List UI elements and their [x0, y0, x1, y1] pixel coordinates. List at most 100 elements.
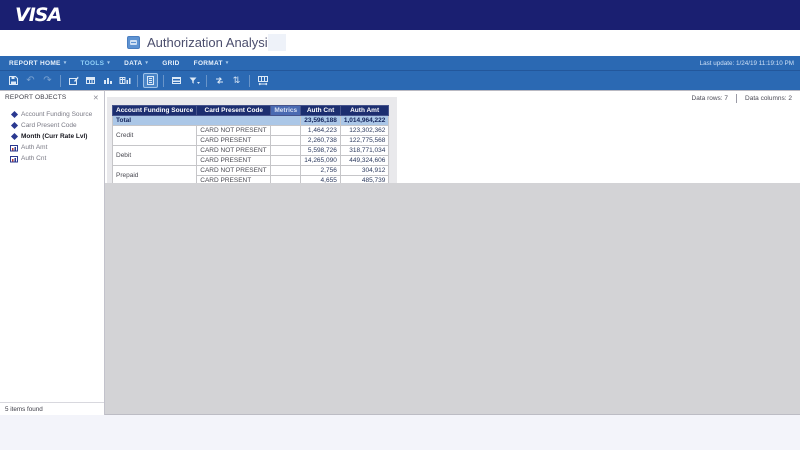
items-found-label: 5 items found: [0, 402, 104, 415]
sidebar-item-card-present-code[interactable]: Card Present Code: [0, 120, 104, 131]
sidebar-item-account-funding-source[interactable]: Account Funding Source: [0, 109, 104, 120]
grid-cell: 449,324,606: [340, 156, 389, 166]
grid-cell: CARD PRESENT: [197, 156, 271, 166]
edit-mode-icon[interactable]: [143, 73, 158, 88]
visa-logo: VISA: [15, 4, 61, 26]
report-objects-list: Account Funding Source Card Present Code M…: [0, 104, 104, 164]
grid-view-icon[interactable]: [83, 73, 98, 88]
grid-cell: CARD NOT PRESENT: [197, 166, 271, 176]
column-header-card-present-code[interactable]: Card Present Code: [197, 106, 271, 116]
grid-cell: 14,265,090: [301, 156, 341, 166]
grid-body: Total23,596,1881,014,964,222CreditCARD N…: [113, 116, 389, 186]
sidebar-item-auth-amt[interactable]: Auth Amt: [0, 142, 104, 153]
report-objects-panel: REPORT OBJECTS ✕ Account Funding Source C…: [0, 90, 105, 415]
resize-columns-icon[interactable]: [255, 73, 270, 88]
sort-icon[interactable]: ⇅: [229, 73, 244, 88]
grid-cell: Total: [113, 116, 301, 126]
sidebar-item-month-curr-rate-lvl[interactable]: Month (Curr Rate Lvl): [0, 131, 104, 142]
pivot-icon[interactable]: [212, 73, 227, 88]
chevron-down-icon: ▾: [64, 60, 67, 66]
column-header-funding-source[interactable]: Account Funding Source: [113, 106, 197, 116]
grid-header: Account Funding SourceCard Present CodeM…: [113, 106, 389, 116]
canvas-background: [105, 183, 800, 415]
grid-cell: 304,912: [340, 166, 389, 176]
table-row: CreditCARD NOT PRESENT1,464,223123,302,3…: [113, 126, 389, 136]
toolbar-separator: [60, 75, 61, 87]
sidebar-item-auth-cnt[interactable]: Auth Cnt: [0, 153, 104, 164]
report-grid-icon: [127, 36, 140, 49]
sidebar-item-label: Card Present Code: [21, 122, 77, 129]
grid-cell: 5,598,726: [301, 146, 341, 156]
column-header-auth-amt[interactable]: Auth Amt: [340, 106, 389, 116]
data-rows-label: Data rows: 7: [692, 95, 729, 102]
grid-cell: Credit: [113, 126, 197, 146]
menu-bar-items: REPORT HOME▾ TOOLS▾ DATA▾ GRID FORMAT▾: [9, 60, 243, 67]
attribute-icon: [10, 133, 18, 141]
save-icon[interactable]: [6, 73, 21, 88]
report-canvas: Data rows: 7 Data columns: 2 Account Fun…: [105, 90, 800, 183]
sidebar-item-label: Auth Cnt: [21, 155, 46, 162]
design-mode-icon[interactable]: [66, 73, 81, 88]
grid-cell: Debit: [113, 146, 197, 166]
toolbar-separator: [249, 75, 250, 87]
app-window: VISA Authorization Analysis REPORT HOME▾…: [0, 0, 800, 450]
menu-item-format[interactable]: FORMAT▾: [194, 60, 229, 67]
sidebar-item-label: Auth Amt: [21, 144, 47, 151]
report-objects-title: REPORT OBJECTS: [5, 94, 66, 101]
attribute-icon: [10, 122, 18, 130]
status-divider: [736, 94, 737, 103]
grid-cell: CARD NOT PRESENT: [197, 126, 271, 136]
menu-item-report-home[interactable]: REPORT HOME▾: [9, 60, 67, 67]
grid-cell: CARD NOT PRESENT: [197, 146, 271, 156]
grid-cell: 1,464,223: [301, 126, 341, 136]
menu-item-data[interactable]: DATA▾: [124, 60, 148, 67]
sidebar-item-label: Month (Curr Rate Lvl): [21, 133, 87, 140]
menu-bar: REPORT HOME▾ TOOLS▾ DATA▾ GRID FORMAT▾ Last …: [0, 56, 800, 70]
grid-panel: Account Funding SourceCard Present CodeM…: [107, 97, 397, 189]
toolbar-separator: [163, 75, 164, 87]
metric-icon: [10, 144, 18, 152]
report-grid-table: Account Funding SourceCard Present CodeM…: [112, 105, 389, 186]
column-header-auth-cnt[interactable]: Auth Cnt: [301, 106, 341, 116]
chevron-down-icon: ▾: [226, 60, 229, 66]
grid-cell: 2,260,738: [301, 136, 341, 146]
grid-cell: [271, 156, 301, 166]
table-row: DebitCARD NOT PRESENT5,598,726318,771,03…: [113, 146, 389, 156]
grid-cell: CARD PRESENT: [197, 136, 271, 146]
grid-cell: 122,775,568: [340, 136, 389, 146]
chevron-down-icon: ▾: [145, 60, 148, 66]
title-hover-target[interactable]: [268, 34, 286, 51]
last-update-label: Last update: 1/24/19 11:19:10 PM: [700, 56, 794, 70]
close-icon[interactable]: ✕: [93, 94, 99, 102]
grid-cell: 123,302,362: [340, 126, 389, 136]
title-band: Authorization Analysis: [0, 30, 800, 56]
view-filter-icon[interactable]: [186, 73, 201, 88]
redo-icon[interactable]: ↷: [40, 73, 55, 88]
chevron-down-icon: ▾: [107, 60, 110, 66]
table-row-total: Total23,596,1881,014,964,222: [113, 116, 389, 126]
page-title: Authorization Analysis: [147, 35, 274, 50]
grid-cell: 2,756: [301, 166, 341, 176]
grid-cell: 23,596,188: [301, 116, 341, 126]
grid-cell: [271, 166, 301, 176]
grid-cell: [271, 146, 301, 156]
grid-cell: 1,014,964,222: [340, 116, 389, 126]
toggle-banding-icon[interactable]: [169, 73, 184, 88]
metric-icon: [10, 155, 18, 163]
toolbar: ↶↷ ⇅: [0, 70, 800, 90]
grid-graph-view-icon[interactable]: [117, 73, 132, 88]
table-row: PrepaidCARD NOT PRESENT2,756304,912: [113, 166, 389, 176]
column-header-metrics[interactable]: Metrics: [271, 106, 301, 116]
sidebar-item-label: Account Funding Source: [21, 111, 92, 118]
grid-cell: 318,771,034: [340, 146, 389, 156]
data-columns-label: Data columns: 2: [745, 95, 792, 102]
toolbar-separator: [137, 75, 138, 87]
grid-cell: [271, 126, 301, 136]
menu-item-tools[interactable]: TOOLS▾: [81, 60, 111, 67]
grid-cell: [271, 136, 301, 146]
graph-view-icon[interactable]: [100, 73, 115, 88]
menu-item-grid[interactable]: GRID: [162, 60, 179, 67]
undo-icon[interactable]: ↶: [23, 73, 38, 88]
attribute-icon: [10, 111, 18, 119]
brand-bar: VISA: [0, 0, 800, 30]
